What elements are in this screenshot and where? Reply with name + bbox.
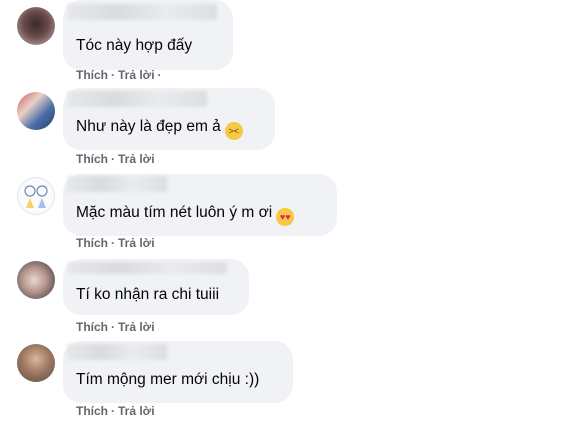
commenter-name-blurred xyxy=(67,176,167,192)
comment-text: Tím mộng mer mới chịu :)) xyxy=(76,371,260,388)
commenter-name-blurred xyxy=(67,4,217,20)
comment-text: Tóc này hợp đấy xyxy=(76,37,193,54)
comment-text: Mặc màu tím nét luôn ý m ơi ♥♥ xyxy=(76,204,295,226)
comment-actions: Thích · Trả lời xyxy=(76,404,155,418)
avatar[interactable] xyxy=(17,92,55,130)
comment-actions: Thích · Trả lời xyxy=(76,152,155,166)
commenter-name-blurred xyxy=(67,91,207,107)
separator-dot: · xyxy=(111,320,115,334)
comment-actions: Thích · Trả lời · xyxy=(76,68,165,82)
comment-bubble: Tí ko nhận ra chi tuiii xyxy=(63,259,249,315)
reply-button[interactable]: Trả lời xyxy=(118,236,155,250)
comment-text: Tí ko nhận ra chi tuiii xyxy=(76,286,220,303)
squinting-tongue-emoji-icon: >< xyxy=(224,122,243,140)
avatar[interactable] xyxy=(17,261,55,299)
comment-text-content: Như này là đẹp em ả xyxy=(76,118,221,135)
commenter-name-blurred xyxy=(67,344,167,360)
comment-bubble: Mặc màu tím nét luôn ý m ơi ♥♥ xyxy=(63,174,337,236)
like-button[interactable]: Thích xyxy=(76,152,108,166)
comment-bubble: Như này là đẹp em ả >< xyxy=(63,88,275,150)
reply-button[interactable]: Trả lời xyxy=(118,404,155,418)
comment-actions: Thích · Trả lời xyxy=(76,320,155,334)
reply-button[interactable]: Trả lời xyxy=(118,152,155,166)
like-button[interactable]: Thích xyxy=(76,68,108,82)
heart-eyes-emoji-icon: ♥♥ xyxy=(276,208,295,226)
comment-actions: Thích · Trả lời xyxy=(76,236,155,250)
avatar[interactable] xyxy=(17,344,55,382)
comment-text: Như này là đẹp em ả >< xyxy=(76,118,243,140)
separator-dot: · xyxy=(157,68,162,82)
commenter-name-blurred xyxy=(67,262,227,274)
avatar[interactable] xyxy=(17,7,55,45)
comment-text-content: Mặc màu tím nét luôn ý m ơi xyxy=(76,204,273,221)
comment-3: Mặc màu tím nét luôn ý m ơi ♥♥ Thích · Trả … xyxy=(0,174,580,261)
comment-4: Tí ko nhận ra chi tuiii Thích · Trả lời xyxy=(0,259,580,345)
separator-dot: · xyxy=(111,152,115,166)
comment-1: Tóc này hợp đấy Thích · Trả lời · xyxy=(0,0,580,91)
reply-button[interactable]: Trả lời xyxy=(118,320,155,334)
comment-2: Như này là đẹp em ả >< Thích · Trả lời xyxy=(0,88,580,176)
separator-dot: · xyxy=(111,404,115,418)
comment-bubble: Tím mộng mer mới chịu :)) xyxy=(63,341,293,403)
separator-dot: · xyxy=(111,236,115,250)
comment-bubble: Tóc này hợp đấy xyxy=(63,0,233,70)
cartoon-avatar-icon xyxy=(24,185,48,208)
avatar[interactable] xyxy=(17,177,55,215)
comment-5: Tím mộng mer mới chịu :)) Thích · Trả lời xyxy=(0,341,580,428)
like-button[interactable]: Thích xyxy=(76,404,108,418)
like-button[interactable]: Thích xyxy=(76,236,108,250)
reply-button[interactable]: Trả lời xyxy=(118,68,155,82)
like-button[interactable]: Thích xyxy=(76,320,108,334)
separator-dot: · xyxy=(111,68,115,82)
